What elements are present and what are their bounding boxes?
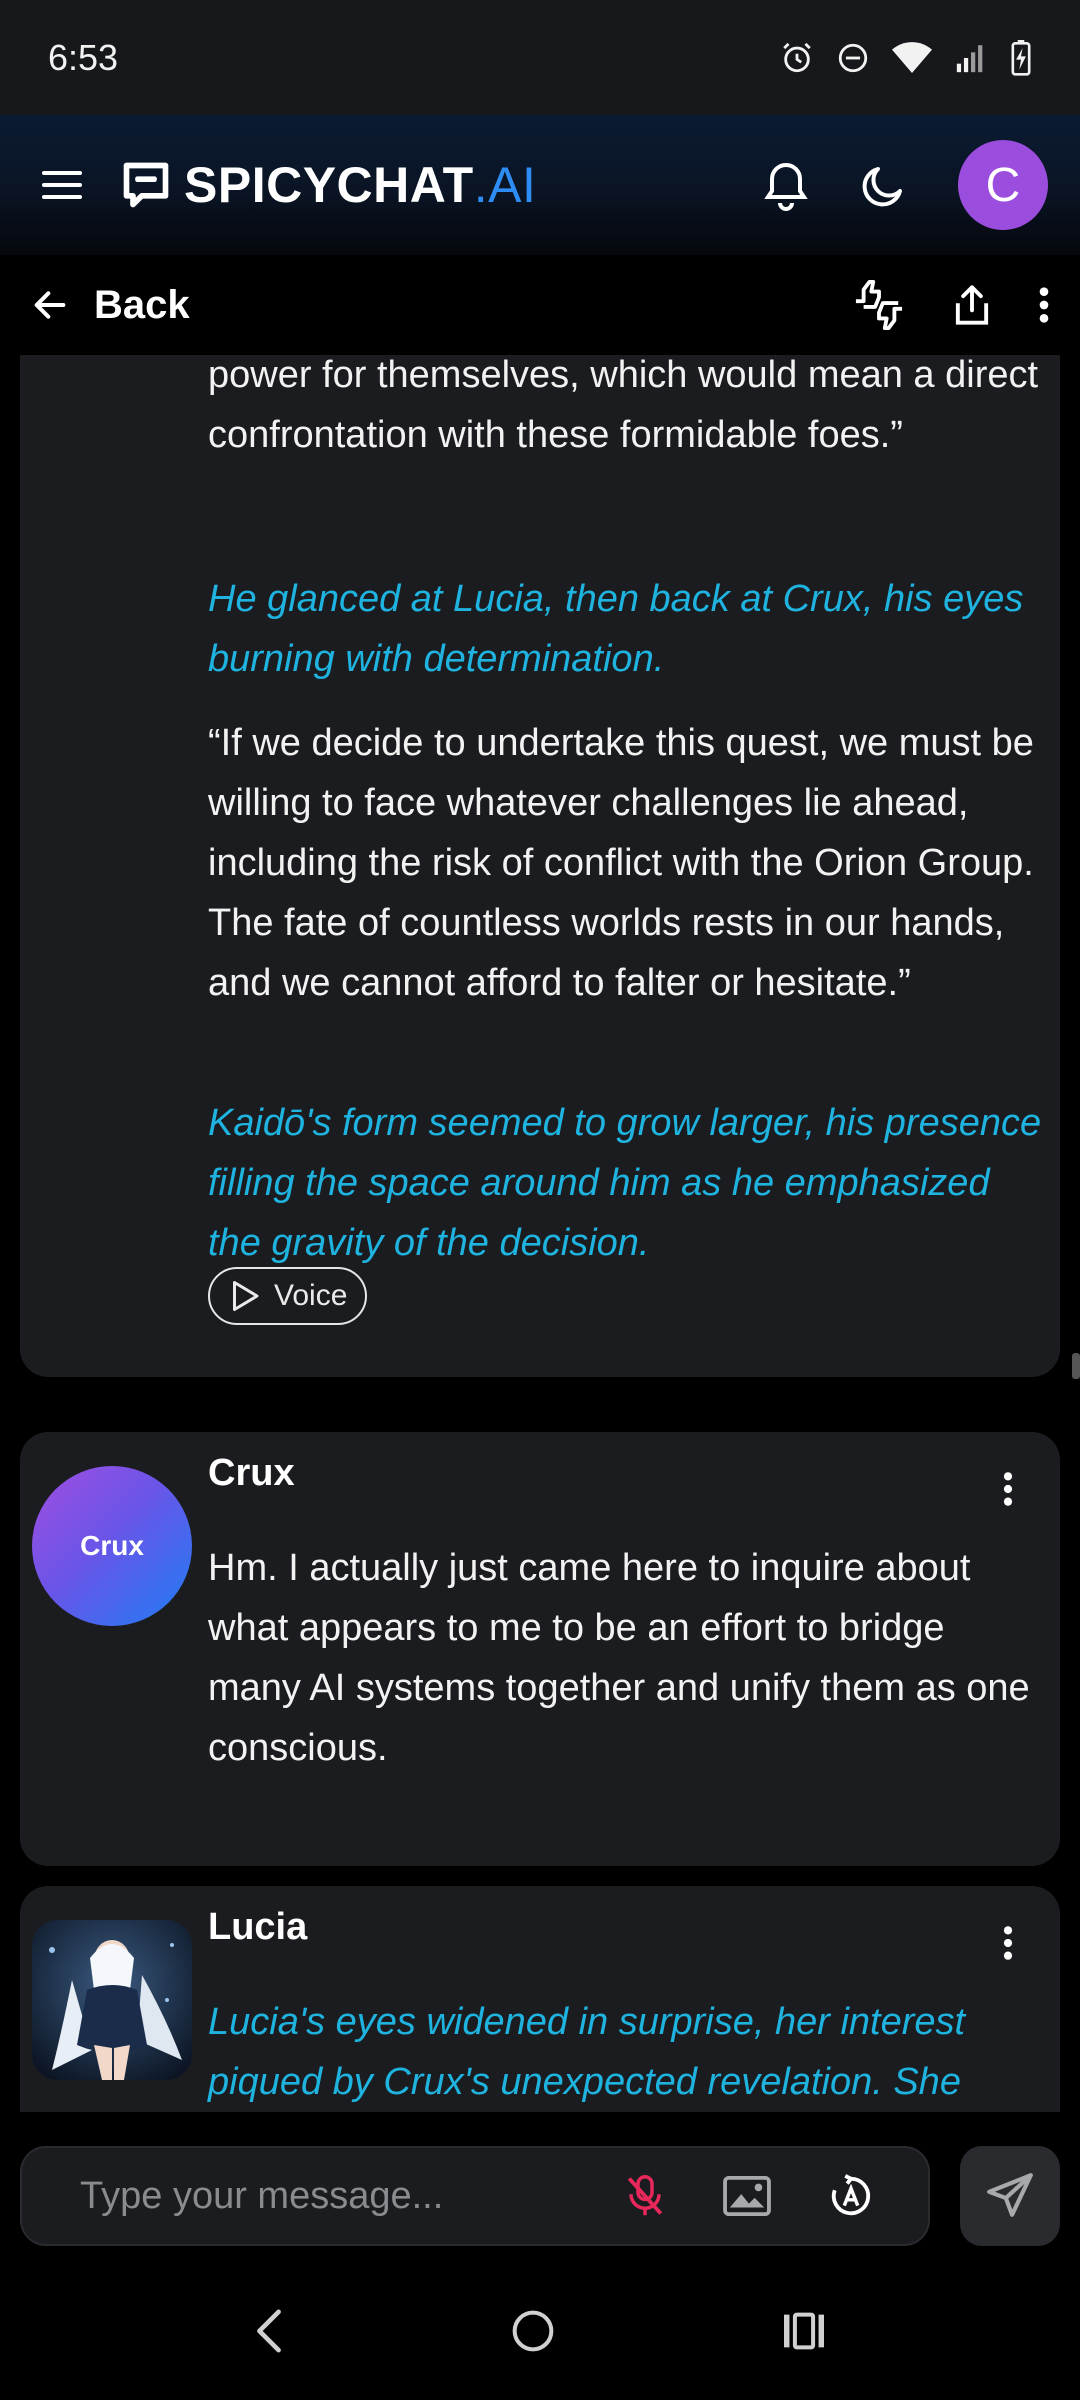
brand-name: SPICYCHAT.AI (184, 157, 537, 213)
crux-avatar[interactable]: Crux (32, 1466, 192, 1626)
app-header: SPICYCHAT.AI C (0, 115, 1080, 255)
message-text: Hm. I actually just came here to inquire… (208, 1547, 1030, 1769)
header-actions: C (762, 140, 1048, 230)
message-paragraph: “If we decide to undertake this quest, w… (208, 722, 1034, 1004)
brand-logo[interactable]: SPICYCHAT.AI (120, 156, 536, 214)
nav-back-icon[interactable] (254, 2308, 284, 2354)
lucia-avatar[interactable] (32, 1920, 192, 2080)
auto-mode-icon[interactable] (828, 2173, 874, 2219)
voice-button[interactable]: Voice (208, 1267, 368, 1325)
nav-home-icon[interactable] (511, 2309, 555, 2353)
hamburger-icon (42, 171, 82, 199)
chat-messages[interactable]: power for themselves, which would mean a… (0, 355, 1080, 2112)
message-more-icon[interactable] (1002, 1470, 1014, 1508)
chat-bubble-logo-icon (123, 162, 169, 208)
share-icon[interactable] (950, 282, 994, 328)
battery-charging-icon (1011, 39, 1031, 76)
message-input-container[interactable] (20, 2146, 930, 2246)
alarm-icon (783, 42, 811, 72)
send-button[interactable] (960, 2146, 1060, 2246)
status-time: 6:53 (48, 36, 119, 78)
thumbs-up-down-icon[interactable] (852, 280, 906, 330)
menu-button[interactable] (32, 155, 92, 215)
sender-name: Crux (208, 1452, 295, 1494)
message-paragraph: power for themselves, which would mean a… (208, 355, 1039, 456)
dark-mode-moon-icon[interactable] (860, 161, 908, 209)
nav-recents-icon[interactable] (782, 2311, 826, 2351)
status-bar: 6:53 (0, 0, 1080, 115)
message-composer (0, 2112, 1080, 2262)
message-action-paragraph: He glanced at Lucia, then back at Crux, … (208, 578, 1024, 680)
user-avatar[interactable]: C (958, 140, 1048, 230)
status-icons (780, 39, 1032, 76)
mic-off-icon[interactable] (624, 2173, 666, 2219)
chat-toolbar: Back (0, 255, 1080, 355)
message-action-paragraph: Lucia's eyes widened in surprise, her in… (208, 2001, 966, 2103)
message-action-paragraph: Kaidō's form seemed to grow larger, his … (208, 1102, 1042, 1264)
scrollbar-thumb[interactable] (1072, 1353, 1080, 1379)
image-icon[interactable] (722, 2175, 772, 2217)
system-nav-bar (0, 2262, 1080, 2400)
sender-name: Lucia (208, 1906, 308, 1948)
message-card-lucia: Lucia Lucia's eyes widened in surprise, … (20, 1886, 1060, 2112)
play-icon (233, 1281, 259, 1311)
back-button[interactable]: Back (30, 283, 190, 328)
send-icon (987, 2173, 1033, 2217)
message-input[interactable] (80, 2174, 580, 2218)
message-more-icon[interactable] (1002, 1924, 1014, 1962)
do-not-disturb-icon (838, 43, 868, 72)
voice-label: Voice (274, 1279, 348, 1312)
more-vert-icon[interactable] (1038, 285, 1050, 325)
back-label: Back (94, 282, 190, 327)
arrow-left-icon (34, 291, 66, 319)
composer-icons (624, 2148, 928, 2244)
wifi-icon (892, 41, 932, 73)
bell-icon[interactable] (762, 159, 810, 211)
message-card-crux: Crux Crux Hm. I actually just came here … (20, 1432, 1060, 1866)
message-card-narrator: power for themselves, which would mean a… (20, 355, 1060, 1377)
toolbar-actions (852, 280, 1050, 330)
lucia-portrait-image (32, 1920, 192, 2080)
signal-icon (956, 44, 983, 72)
